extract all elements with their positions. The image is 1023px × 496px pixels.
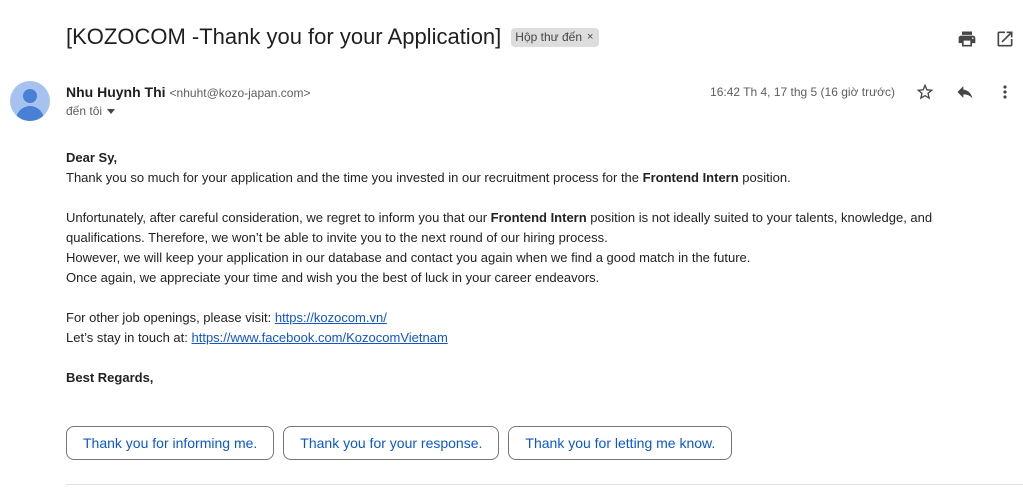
paragraph-thanks: Thank you so much for your application a…	[66, 170, 791, 185]
remove-label-button[interactable]: ×	[587, 31, 593, 43]
divider	[66, 484, 1023, 485]
paragraph-decision-cont: qualifications. Therefore, we won’t be a…	[66, 230, 608, 245]
message-timestamp: 16:42 Th 4, 17 thg 5 (16 giờ trước)	[710, 85, 895, 99]
kozocom-website-link[interactable]: https://kozocom.vn/	[275, 310, 387, 325]
social-line: Let’s stay in touch at: https://www.face…	[66, 330, 448, 345]
inbox-label-chip[interactable]: Hộp thư đến ×	[511, 27, 600, 47]
header-actions	[957, 29, 1015, 49]
recipient-details-toggle[interactable]: đến tôi	[66, 104, 116, 118]
reply-icon[interactable]	[955, 82, 975, 102]
sender-info: Nhu Huynh Thi <nhuht@kozo-japan.com>	[66, 84, 310, 100]
chevron-down-icon[interactable]	[107, 108, 116, 114]
job-openings-line: For other job openings, please visit: ht…	[66, 310, 387, 325]
smart-reply-button[interactable]: Thank you for letting me know.	[508, 426, 733, 460]
message-meta: 16:42 Th 4, 17 thg 5 (16 giờ trước)	[710, 82, 1015, 102]
paragraph-keep-on-file: However, we will keep your application i…	[66, 250, 751, 265]
smart-replies: Thank you for informing me. Thank you fo…	[66, 426, 733, 460]
email-subject: [KOZOCOM -Thank you for your Application…	[66, 24, 502, 49]
avatar-head	[23, 89, 37, 103]
closing: Best Regards,	[66, 370, 154, 385]
sender-email: <nhuht@kozo-japan.com>	[169, 86, 311, 100]
position-name: Frontend Intern	[490, 210, 587, 225]
smart-reply-button[interactable]: Thank you for informing me.	[66, 426, 275, 460]
paragraph-decision: Unfortunately, after careful considerati…	[66, 210, 933, 225]
email-header: [KOZOCOM -Thank you for your Application…	[66, 24, 600, 50]
sender-name[interactable]: Nhu Huynh Thi	[66, 84, 166, 100]
to-label: đến tôi	[66, 104, 103, 118]
open-in-new-icon[interactable]	[995, 29, 1015, 49]
sender-avatar[interactable]	[10, 81, 50, 121]
smart-reply-button[interactable]: Thank you for your response.	[283, 426, 500, 460]
star-icon[interactable]	[915, 82, 935, 102]
greeting: Dear Sy,	[66, 150, 118, 165]
email-body: Dear Sy, Thank you so much for your appl…	[66, 148, 966, 388]
position-name: Frontend Intern	[642, 170, 739, 185]
print-icon[interactable]	[957, 29, 977, 49]
message-actions	[915, 82, 1015, 102]
avatar-body	[16, 106, 44, 121]
inbox-label-text: Hộp thư đến	[515, 29, 583, 44]
facebook-link[interactable]: https://www.facebook.com/KozocomVietnam	[192, 330, 448, 345]
more-vert-icon[interactable]	[995, 82, 1015, 102]
paragraph-wishes: Once again, we appreciate your time and …	[66, 270, 600, 285]
